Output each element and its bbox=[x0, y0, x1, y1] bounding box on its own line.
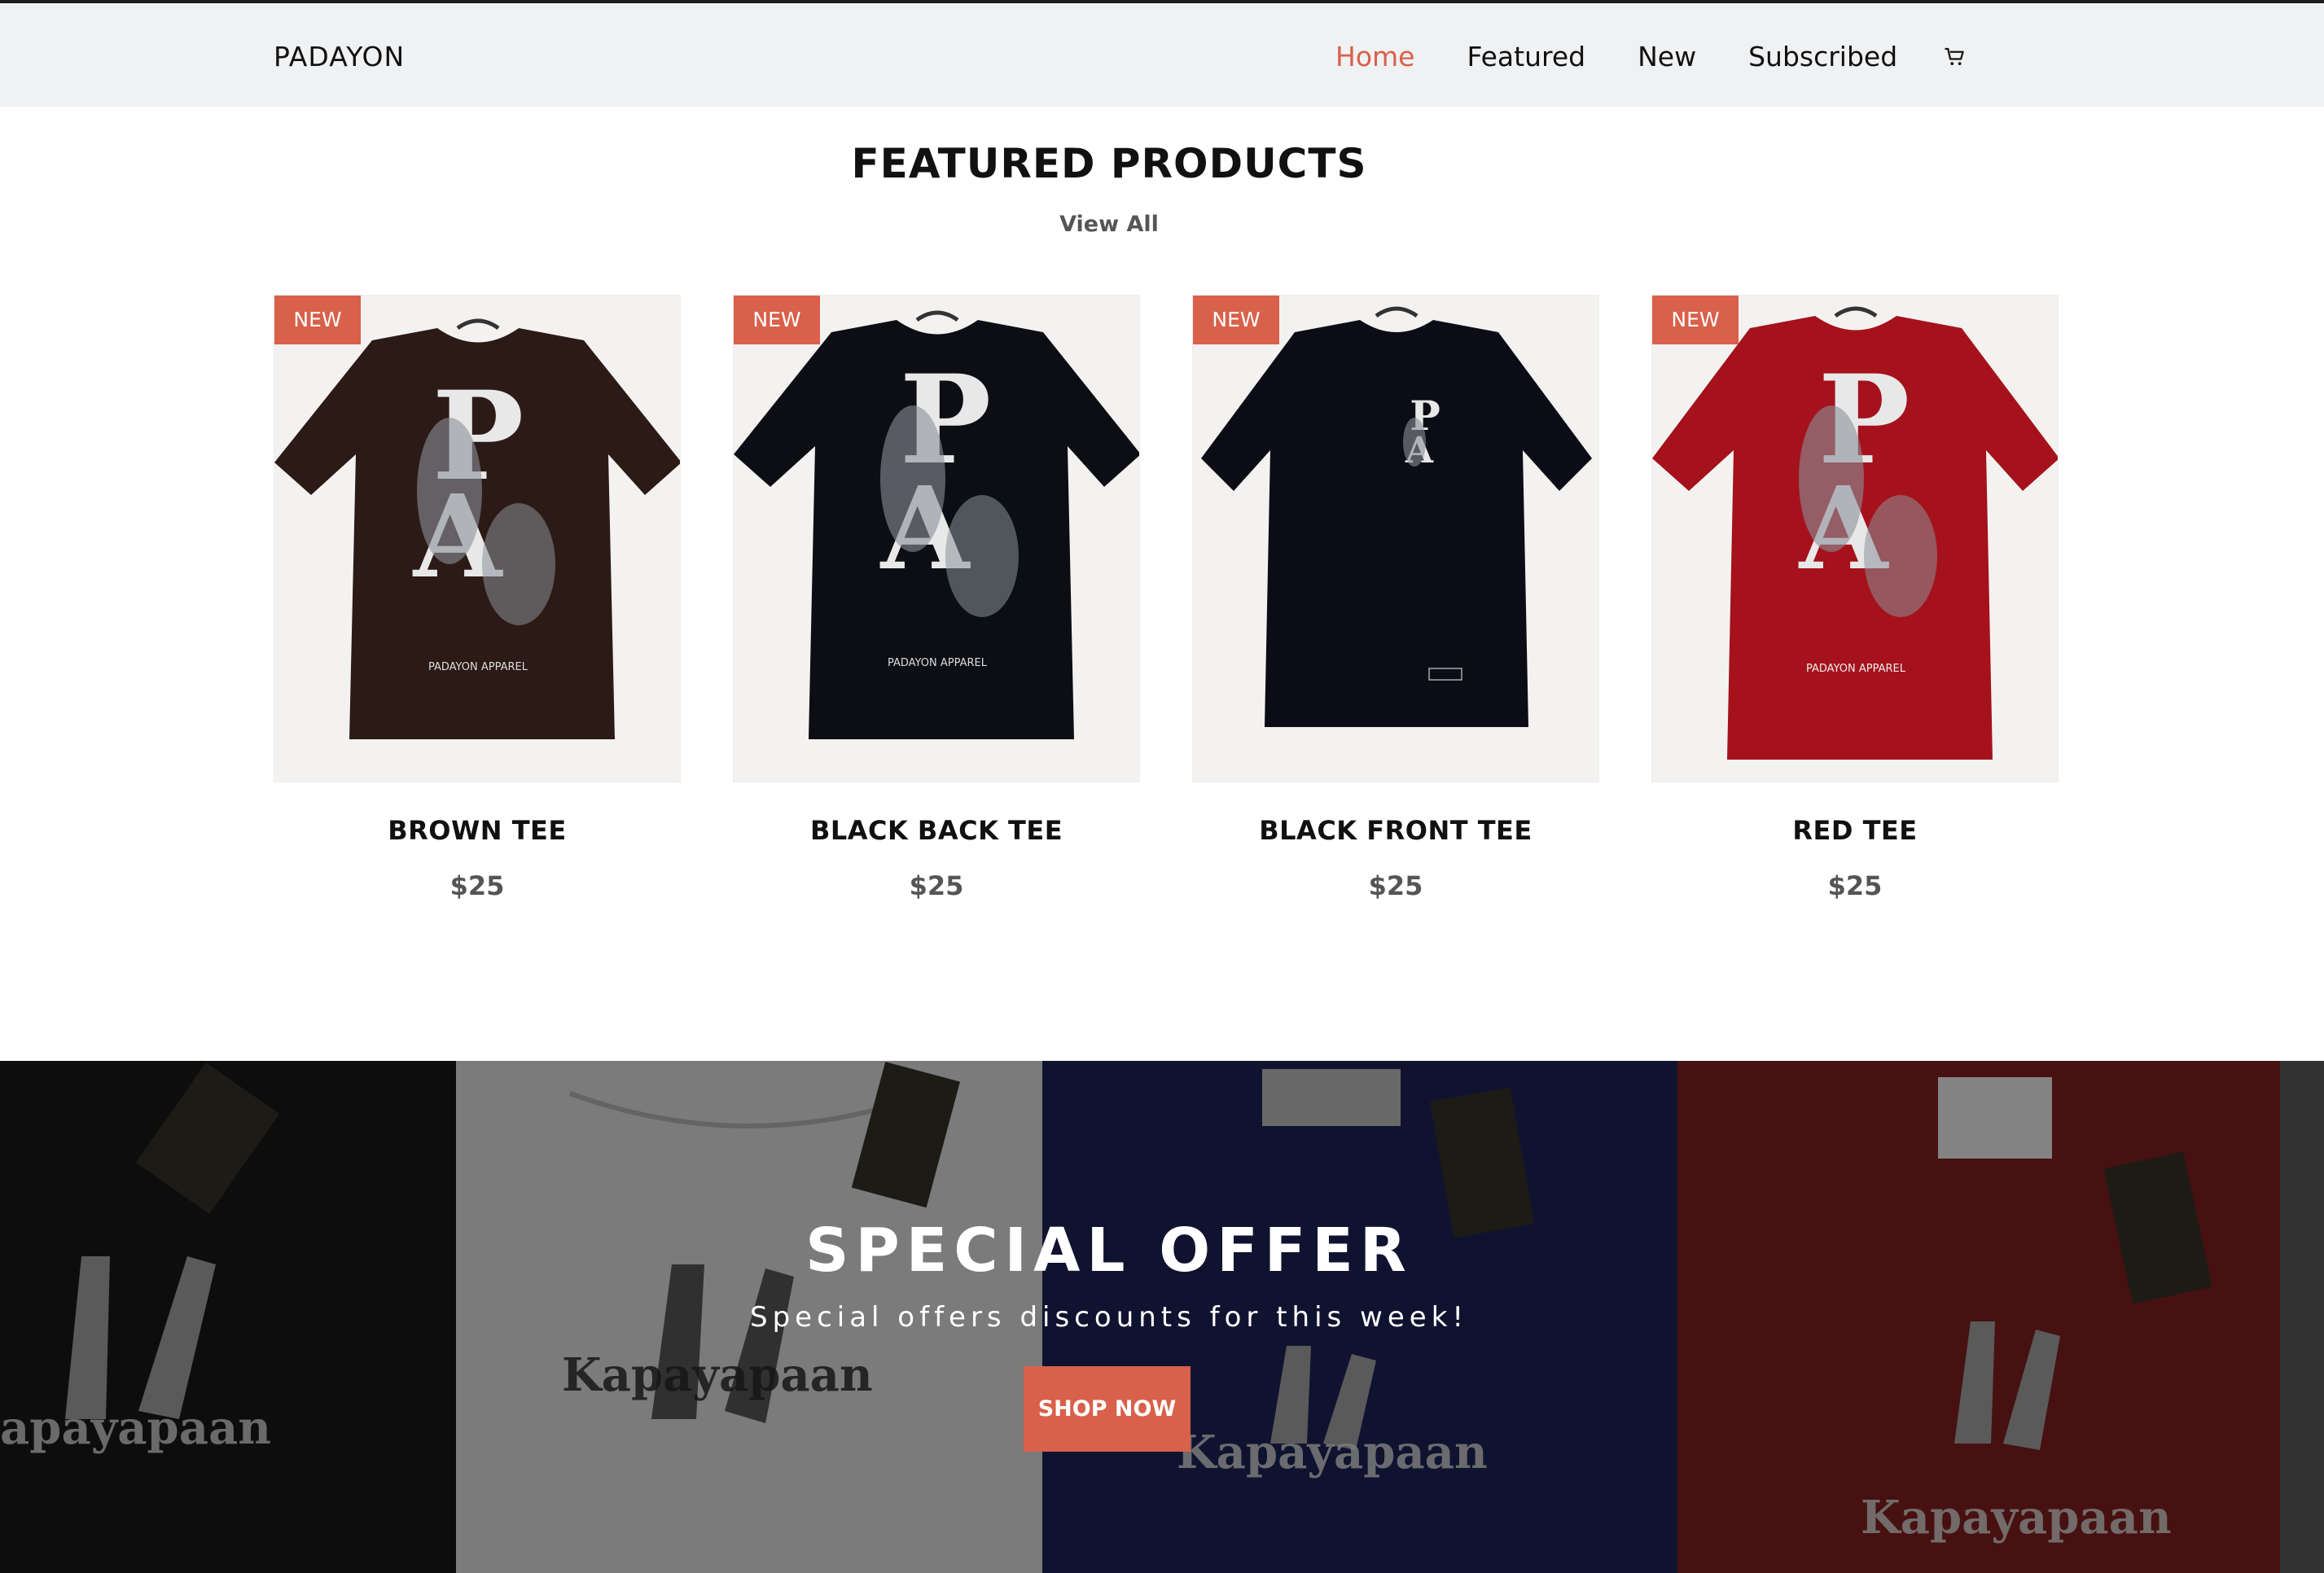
tshirt-image: P A PADAYON APPAREL bbox=[734, 296, 1139, 782]
product-image[interactable]: NEW P A PADAYON APPAREL bbox=[733, 295, 1140, 782]
offer-title: SPECIAL OFFER bbox=[805, 1216, 1413, 1286]
nav-subscribed[interactable]: Subscribed bbox=[1748, 41, 1897, 72]
view-all-link[interactable]: View All bbox=[0, 212, 2218, 237]
product-image[interactable]: NEW P A bbox=[1192, 295, 1599, 782]
new-badge: NEW bbox=[274, 296, 361, 344]
tshirt-image: P A bbox=[1193, 296, 1598, 782]
featured-title: FEATURED PRODUCTS bbox=[851, 140, 1367, 187]
cart-icon[interactable] bbox=[1943, 45, 1967, 69]
main-nav: Home Featured New Subscribed bbox=[1335, 41, 1967, 72]
product-card[interactable]: NEW P A PADAYON APPAREL RED TEE $25 bbox=[1651, 295, 2059, 901]
svg-text:PADAYON APPAREL: PADAYON APPAREL bbox=[428, 661, 528, 673]
tshirt-image: P A PADAYON APPAREL bbox=[1652, 296, 2058, 782]
product-price: $25 bbox=[1368, 870, 1423, 901]
new-badge: NEW bbox=[734, 296, 820, 344]
tshirt-image: P A PADAYON APPAREL bbox=[274, 296, 680, 782]
product-card[interactable]: NEW P A BLACK FRONT TEE $25 bbox=[1192, 295, 1599, 901]
product-name[interactable]: BLACK FRONT TEE bbox=[1192, 815, 1599, 846]
product-image[interactable]: NEW P A PADAYON APPAREL bbox=[274, 295, 681, 782]
brand-logo[interactable]: PADAYON bbox=[274, 41, 405, 72]
product-image[interactable]: NEW P A PADAYON APPAREL bbox=[1651, 295, 2059, 782]
product-card[interactable]: NEW P A PADAYON APPAREL BROWN TEE $25 bbox=[274, 295, 681, 901]
new-badge: NEW bbox=[1652, 296, 1739, 344]
special-offer-banner: apayapaan Kapayapaan Kapayapaan Kapayapa… bbox=[0, 1061, 2324, 1573]
product-grid: NEW P A PADAYON APPAREL BROWN TEE $25 NE… bbox=[274, 295, 2059, 901]
offer-subtitle: Special offers discounts for this week! bbox=[749, 1301, 1469, 1334]
navbar: PADAYON Home Featured New Subscribed bbox=[0, 0, 2324, 107]
nav-home[interactable]: Home bbox=[1335, 41, 1414, 72]
product-name[interactable]: BLACK BACK TEE bbox=[733, 815, 1140, 846]
product-name[interactable]: BROWN TEE bbox=[274, 815, 681, 846]
nav-featured[interactable]: Featured bbox=[1467, 41, 1585, 72]
shop-now-button[interactable]: SHOP NOW bbox=[1024, 1366, 1191, 1452]
product-price: $25 bbox=[909, 870, 964, 901]
product-name[interactable]: RED TEE bbox=[1651, 815, 2059, 846]
svg-text:PADAYON APPAREL: PADAYON APPAREL bbox=[1806, 663, 1906, 675]
nav-new[interactable]: New bbox=[1638, 41, 1696, 72]
product-price: $25 bbox=[1827, 870, 1883, 901]
new-badge: NEW bbox=[1193, 296, 1279, 344]
product-card[interactable]: NEW P A PADAYON APPAREL BLACK BACK TEE $… bbox=[733, 295, 1140, 901]
product-price: $25 bbox=[449, 870, 505, 901]
svg-text:PADAYON APPAREL: PADAYON APPAREL bbox=[888, 657, 988, 669]
